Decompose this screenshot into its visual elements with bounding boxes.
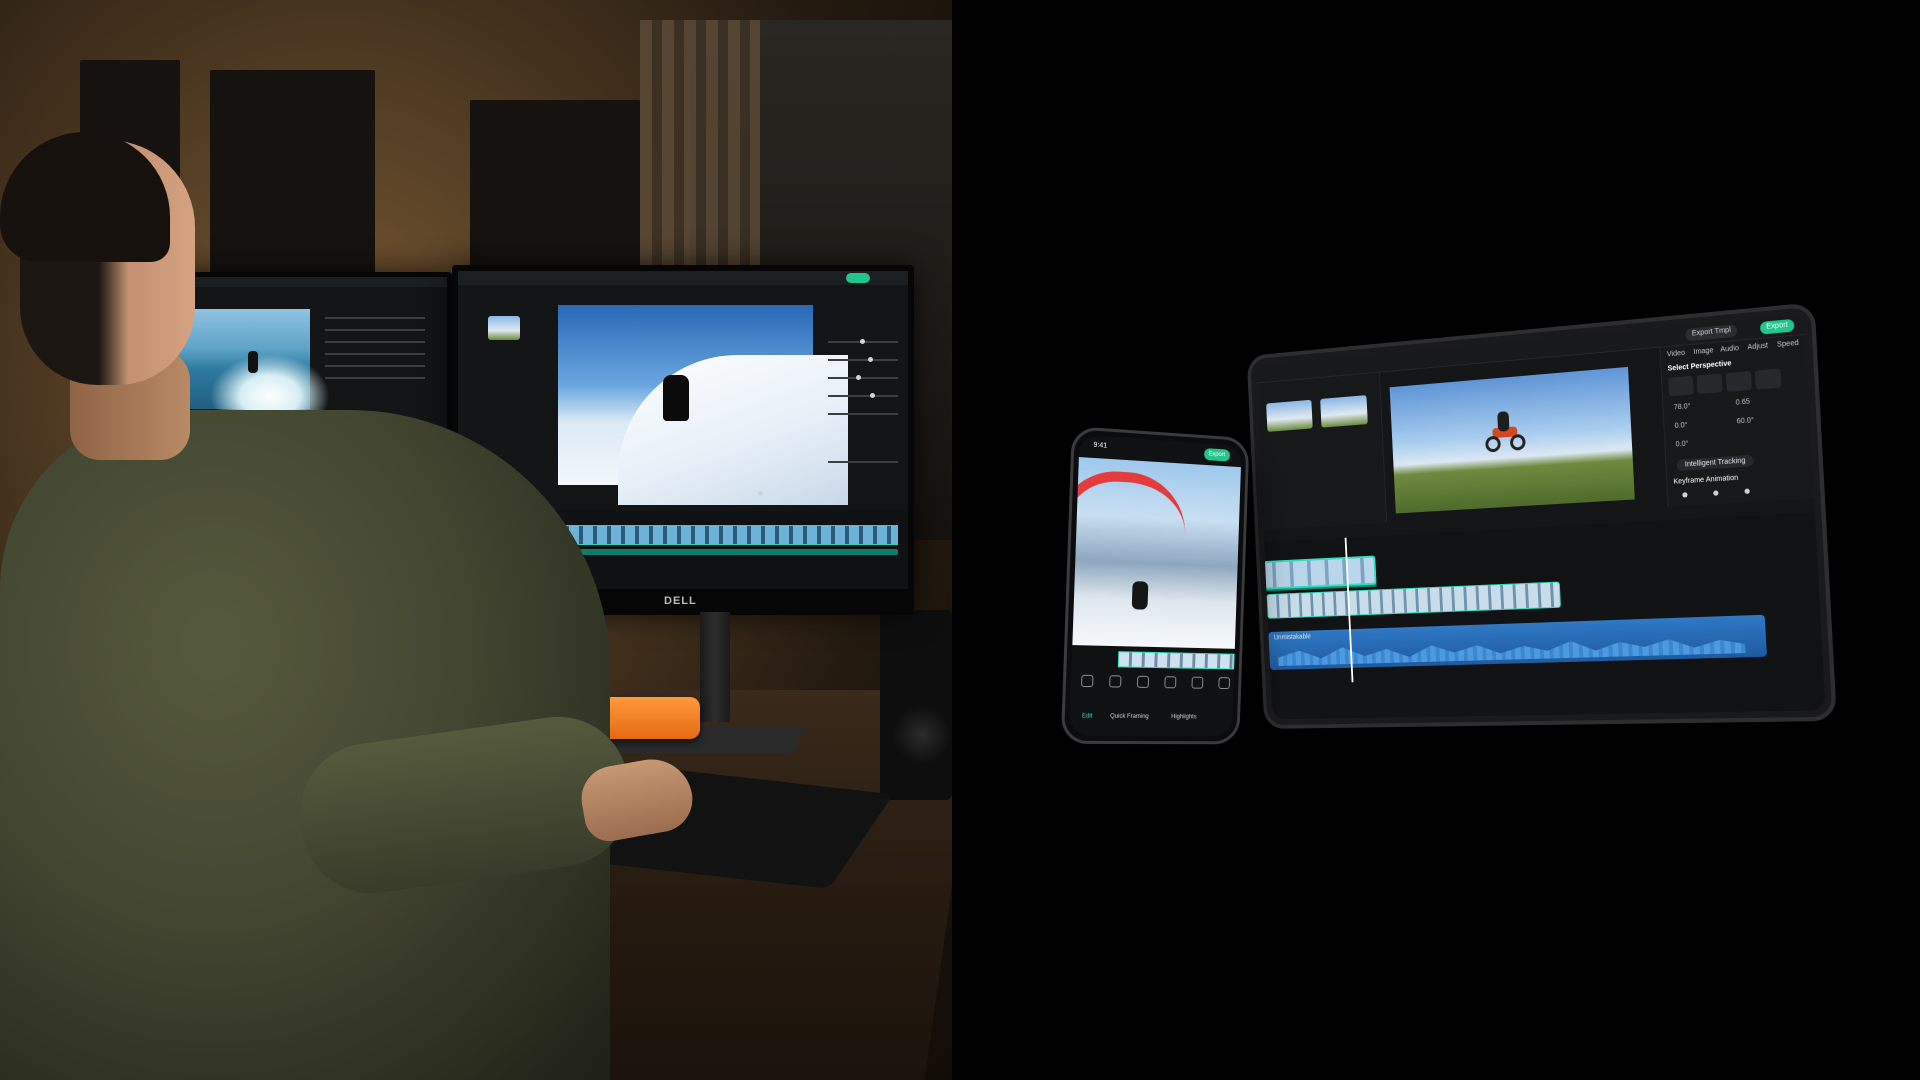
tab-speed[interactable]: Speed xyxy=(1777,340,1799,349)
tablet-timeline: Unmistakable xyxy=(1255,512,1826,720)
slider[interactable] xyxy=(828,395,898,397)
tool-icon[interactable] xyxy=(1164,676,1177,689)
export-button[interactable] xyxy=(846,273,870,283)
speaker-cone xyxy=(892,705,952,765)
tool-icon[interactable] xyxy=(1136,675,1150,688)
tool-icon[interactable] xyxy=(1218,677,1231,690)
audio-track[interactable]: Unmistakable xyxy=(1268,614,1767,670)
status-time: 9:41 xyxy=(1093,441,1108,450)
tab-highlights[interactable]: Highlights xyxy=(1171,714,1197,720)
phone-device: 9:41 Export Edit Quick Framing Highlight… xyxy=(1060,426,1250,745)
value-label: 0.0° xyxy=(1674,421,1688,430)
keyframe-button[interactable] xyxy=(1713,490,1719,496)
keyframe-button[interactable] xyxy=(1682,492,1688,498)
perspective-option[interactable] xyxy=(1725,371,1752,392)
rider xyxy=(1497,411,1510,432)
app-topbar xyxy=(458,271,908,285)
paraglider-pilot xyxy=(1131,581,1149,610)
audio-waveform xyxy=(1278,630,1746,666)
slider-handle[interactable] xyxy=(870,393,875,398)
slider[interactable] xyxy=(828,359,898,361)
speaker-right xyxy=(880,610,952,800)
acoustic-panel xyxy=(210,70,375,275)
intelligent-tracking-button[interactable]: Intelligent Tracking xyxy=(1676,454,1755,472)
tab-edit[interactable]: Edit xyxy=(1082,713,1093,719)
perspective-option[interactable] xyxy=(1755,368,1782,390)
motocross-preview xyxy=(1389,366,1635,514)
tablet-device: Export Tmpl Export Video Image Audio Adj… xyxy=(1246,302,1837,729)
perspective-panel: Video Image Audio Adjust Speed Select Pe… xyxy=(1659,334,1815,507)
motocross-rider xyxy=(1484,411,1528,453)
slider[interactable] xyxy=(828,461,898,463)
slider[interactable] xyxy=(828,377,898,379)
tablet-screen: Export Tmpl Export Video Image Audio Adj… xyxy=(1255,313,1826,720)
inspector-row xyxy=(325,353,425,355)
acoustic-panel xyxy=(470,100,640,280)
slider-handle[interactable] xyxy=(868,357,873,362)
video-clip[interactable] xyxy=(1117,651,1235,670)
phone-tabbar: Edit Quick Framing Highlights xyxy=(1069,713,1232,728)
inspector-row xyxy=(325,365,425,367)
audio-track-label: Unmistakable xyxy=(1273,633,1311,642)
export-button[interactable]: Export xyxy=(1759,318,1795,335)
inspector-row xyxy=(325,317,425,319)
panel-title: Select Perspective xyxy=(1667,360,1732,373)
keyframe-animation-label: Keyframe Animation xyxy=(1673,474,1739,486)
tab-adjust[interactable]: Adjust xyxy=(1747,342,1768,351)
slider-handle[interactable] xyxy=(860,339,865,344)
perspective-option[interactable] xyxy=(1668,375,1694,397)
inspector-row xyxy=(325,377,425,379)
slider[interactable] xyxy=(828,413,898,415)
export-template-button[interactable]: Export Tmpl xyxy=(1685,324,1738,342)
phone-screen: 9:41 Export Edit Quick Framing Highlight… xyxy=(1069,434,1242,737)
value-label: 78.0° xyxy=(1673,402,1691,412)
tool-bar xyxy=(1071,674,1234,695)
tool-icon[interactable] xyxy=(1081,674,1094,688)
editing-studio-photo: DELL xyxy=(0,0,952,1080)
value-label: 0.0° xyxy=(1675,440,1689,449)
keyframe-button[interactable] xyxy=(1744,488,1750,495)
snow-slope xyxy=(618,355,848,505)
monitor-stand xyxy=(700,612,730,722)
snowboard-preview xyxy=(558,305,848,505)
play-button[interactable] xyxy=(758,491,763,496)
inspector-row xyxy=(325,329,425,331)
paragliding-preview xyxy=(1069,457,1241,649)
media-thumbnail[interactable] xyxy=(488,316,520,340)
media-thumbnail[interactable] xyxy=(1320,395,1368,428)
tab-quick-framing[interactable]: Quick Framing xyxy=(1110,714,1149,720)
slider-handle[interactable] xyxy=(856,375,861,380)
media-panel xyxy=(1256,372,1388,530)
export-button[interactable]: Export xyxy=(1203,448,1231,462)
media-thumbnail[interactable] xyxy=(1266,399,1313,432)
tool-icon[interactable] xyxy=(1191,676,1204,689)
monitor-brand-logo: DELL xyxy=(664,595,697,607)
wheel xyxy=(1485,435,1502,453)
perspective-option[interactable] xyxy=(1696,373,1723,395)
surfer xyxy=(248,351,258,373)
paraglider-wing xyxy=(1069,468,1188,536)
tool-icon[interactable] xyxy=(1109,675,1122,688)
value-label: 0.65 xyxy=(1735,398,1751,407)
tab-video[interactable]: Video xyxy=(1667,350,1686,359)
wave xyxy=(210,354,330,414)
wheel xyxy=(1509,433,1526,451)
tab-audio[interactable]: Audio xyxy=(1720,345,1739,354)
value-label: 60.0° xyxy=(1736,416,1755,426)
inspector-row xyxy=(325,341,425,343)
snowboarder xyxy=(663,375,689,421)
tab-image[interactable]: Image xyxy=(1693,347,1713,356)
